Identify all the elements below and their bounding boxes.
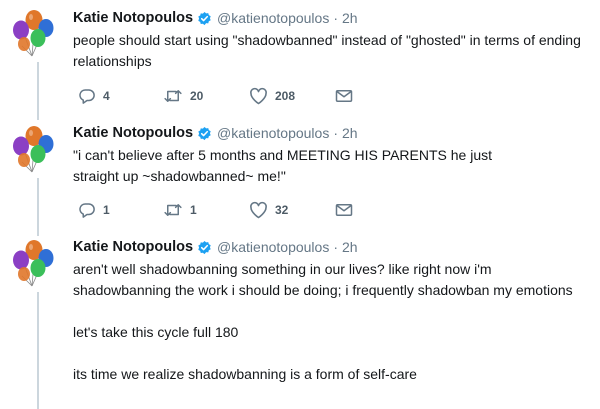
message-button[interactable] xyxy=(335,202,355,218)
separator: · xyxy=(333,239,338,255)
tweet-paragraph: "i can't believe after 5 months and MEET… xyxy=(73,147,492,184)
envelope-icon xyxy=(335,204,353,216)
timestamp[interactable]: 2h xyxy=(342,9,358,27)
avatar[interactable] xyxy=(10,238,60,290)
verified-badge-icon xyxy=(198,126,211,140)
author-handle[interactable]: @katienotopoulos xyxy=(217,238,329,256)
tweet-text: "i can't believe after 5 months and MEET… xyxy=(73,145,528,187)
retweet-icon xyxy=(164,204,182,216)
retweet-count: 1 xyxy=(190,203,197,217)
like-count: 32 xyxy=(275,203,289,217)
separator: · xyxy=(333,10,338,26)
message-button[interactable] xyxy=(335,88,355,104)
retweet-button[interactable]: 20 xyxy=(163,87,249,105)
tweet-paragraph: its time we realize shadowbanning is a f… xyxy=(73,366,417,382)
like-button[interactable]: 208 xyxy=(249,87,335,105)
author-name[interactable]: Katie Notopoulos xyxy=(73,238,193,256)
separator: · xyxy=(333,125,338,141)
author-handle[interactable]: @katienotopoulos xyxy=(217,9,329,27)
reply-button[interactable]: 4 xyxy=(78,87,163,105)
verified-badge-icon xyxy=(198,11,211,25)
thread-line xyxy=(37,178,39,236)
reply-icon xyxy=(79,203,95,218)
tweet-paragraph: let's take this cycle full 180 xyxy=(73,324,239,340)
author-name[interactable]: Katie Notopoulos xyxy=(73,9,193,27)
reply-count: 1 xyxy=(103,203,110,217)
timestamp[interactable]: 2h xyxy=(342,124,358,142)
tweet-text: people should start using "shadowbanned"… xyxy=(73,30,588,72)
tweet-thread: Katie Notopoulos @katienotopoulos · 2h p… xyxy=(0,0,600,409)
tweet-paragraph: aren't well shadowbanning something in o… xyxy=(73,261,573,298)
thread-line xyxy=(37,62,39,120)
tweet-actions: 1 1 32 xyxy=(78,200,355,220)
timestamp[interactable]: 2h xyxy=(342,238,358,256)
heart-icon xyxy=(250,201,267,219)
reply-count: 4 xyxy=(103,89,110,103)
heart-icon xyxy=(250,87,267,105)
author-handle[interactable]: @katienotopoulos xyxy=(217,124,329,142)
tweet-text: aren't well shadowbanning something in o… xyxy=(73,259,573,385)
balloons-avatar-icon xyxy=(13,240,54,287)
retweet-icon xyxy=(164,90,182,102)
like-count: 208 xyxy=(275,89,296,103)
author-name[interactable]: Katie Notopoulos xyxy=(73,124,193,142)
thread-line xyxy=(37,292,39,409)
like-button[interactable]: 32 xyxy=(249,201,335,219)
avatar[interactable] xyxy=(10,8,60,60)
tweet-paragraph: people should start using "shadowbanned"… xyxy=(73,32,581,69)
retweet-count: 20 xyxy=(190,89,204,103)
retweet-button[interactable]: 1 xyxy=(163,201,249,219)
verified-badge-icon xyxy=(198,240,211,254)
reply-icon xyxy=(79,89,95,104)
balloons-avatar-icon xyxy=(13,10,54,57)
tweet-actions: 4 20 208 xyxy=(78,86,355,106)
balloons-avatar-icon xyxy=(13,126,54,173)
avatar[interactable] xyxy=(10,124,60,176)
envelope-icon xyxy=(335,90,353,102)
reply-button[interactable]: 1 xyxy=(78,201,163,219)
